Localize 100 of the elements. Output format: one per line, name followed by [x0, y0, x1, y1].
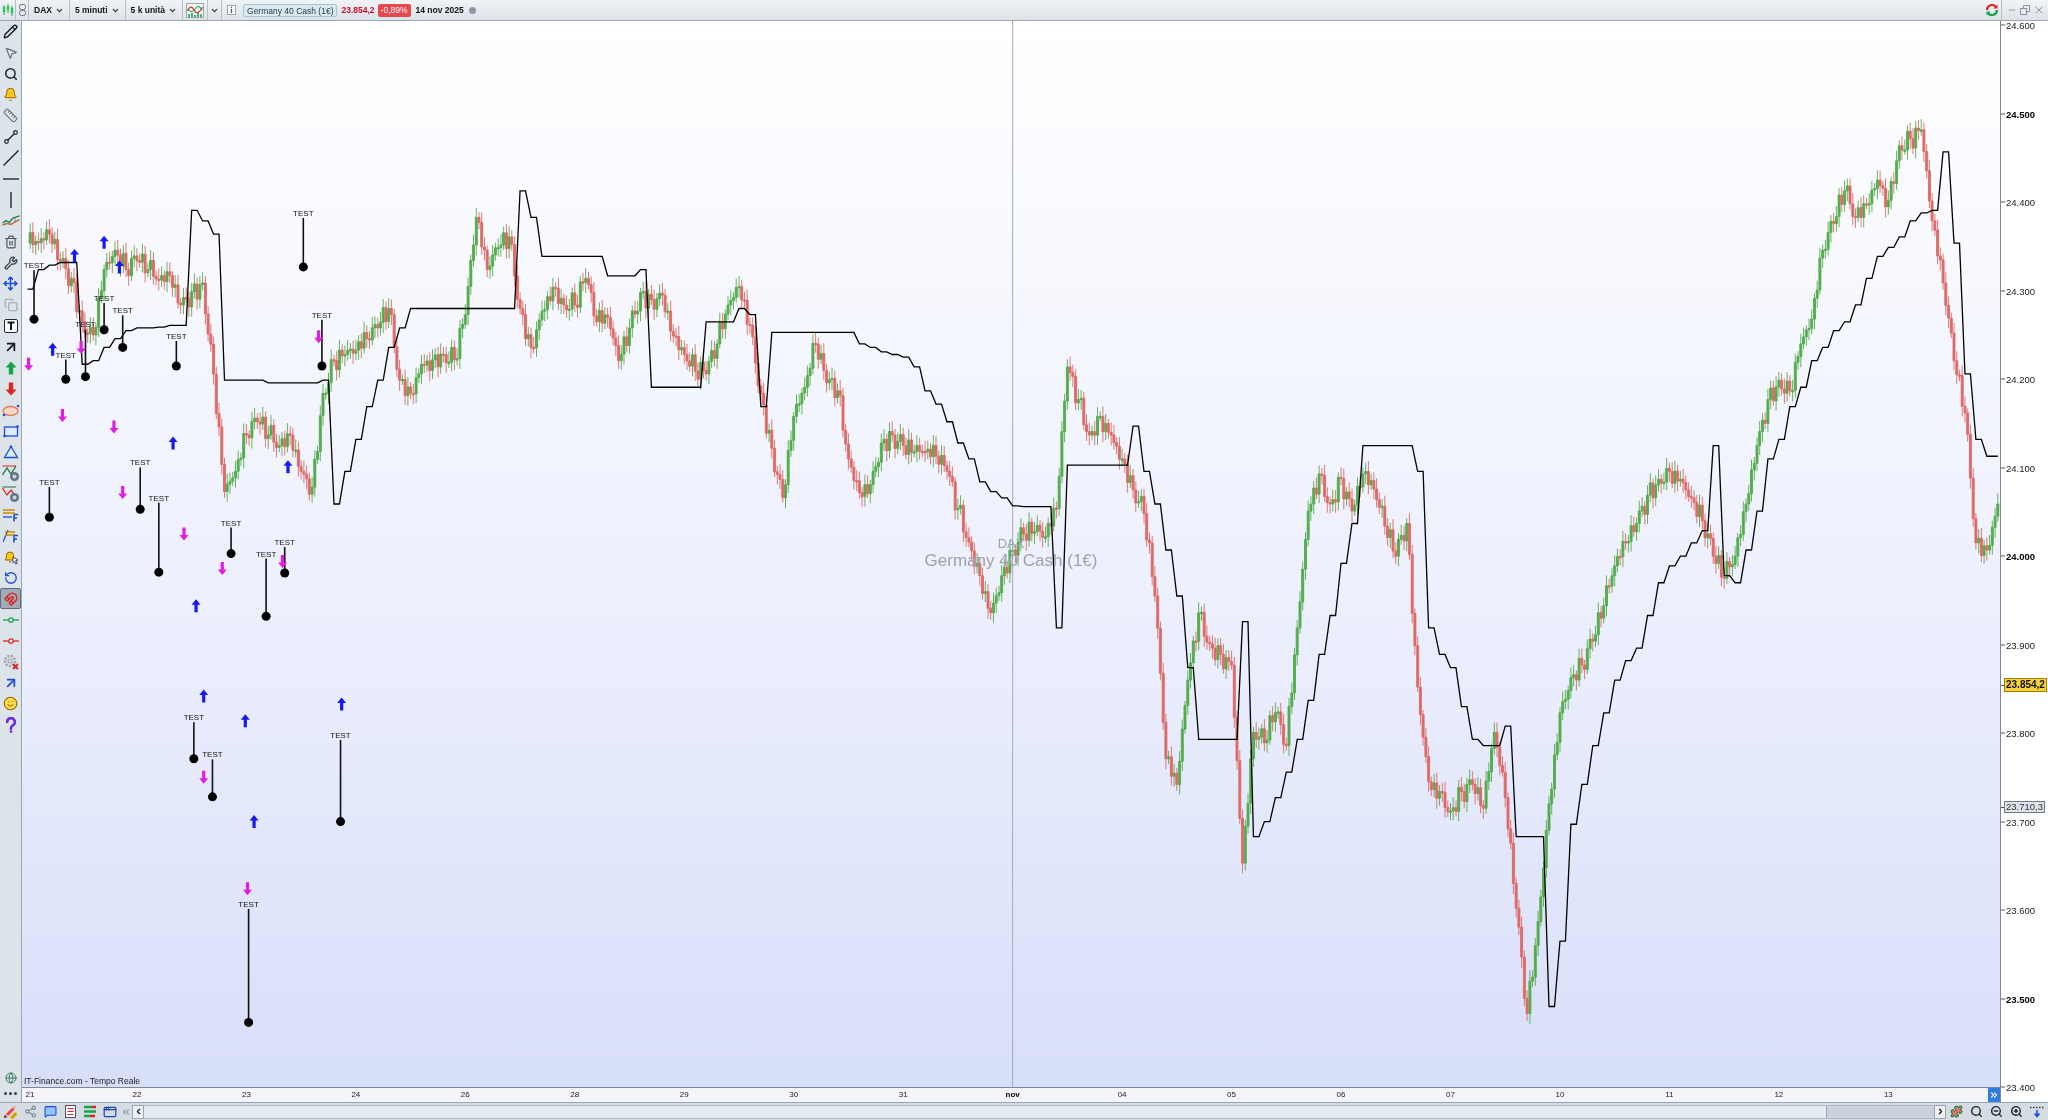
down-arrow-icon [24, 357, 34, 371]
ruler-icon [3, 108, 18, 123]
up-arrow-icon [168, 436, 178, 450]
pin-marker [61, 358, 71, 384]
up-arrow-icon [199, 689, 209, 703]
symbol-dropdown[interactable]: DAX [29, 0, 70, 20]
date-label: 07 [1446, 1090, 1455, 1100]
price-label: 24.200 [2006, 373, 2036, 385]
price-label: 23.900 [2006, 639, 2036, 651]
smiley-icon [3, 696, 18, 711]
chart-type-button[interactable] [183, 0, 209, 20]
scroll-right-button[interactable] [1934, 1104, 1946, 1119]
up-arrow-icon [283, 460, 293, 474]
pin-label: TEST [130, 458, 151, 468]
candlestick-icon [1, 4, 14, 16]
pin-label: TEST [166, 331, 187, 341]
down-arrow-icon [278, 555, 287, 568]
double-chevron-left-icon [121, 1106, 131, 1117]
pencil-icon [3, 24, 18, 39]
date-label: 21 [25, 1090, 35, 1100]
pin-label: TEST [23, 261, 45, 271]
up-arrow-icon [249, 815, 259, 829]
down-arrow-icon [217, 562, 227, 576]
zoom-in-icon [2009, 1105, 2023, 1118]
date-label: 22 [132, 1090, 142, 1100]
zoom-out-icon [1989, 1105, 2003, 1118]
up-arrow-icon [191, 599, 201, 613]
restore-icon [2019, 5, 2030, 15]
line-dot-icon [2, 637, 19, 644]
down-arrow-icon [118, 486, 128, 499]
price-label: 24.300 [2006, 285, 2036, 297]
price-tag: 23.710,3 [2004, 801, 2045, 814]
date-label: 11 [1665, 1090, 1674, 1100]
bars-icon [83, 1105, 97, 1118]
timeframe-dropdown[interactable]: 5 minuti [69, 0, 126, 20]
units-dropdown[interactable]: 5 k unità [125, 0, 184, 20]
up-arrow-icon [114, 260, 124, 274]
up-arrow-icon [70, 248, 80, 262]
down-arrow-icon [58, 409, 67, 423]
pin-label: TEST [330, 730, 351, 740]
down-arrow-icon [4, 381, 17, 396]
price-change: -0,89% [377, 3, 411, 17]
date-label: 23 [241, 1090, 251, 1100]
down-arrow-icon [199, 770, 209, 784]
horizontal-line-icon [2, 177, 19, 180]
pin-label: TEST [220, 518, 242, 528]
up-arrow-icon [99, 235, 109, 249]
date-label: 28 [570, 1090, 580, 1100]
price-label: 24.100 [2006, 462, 2036, 474]
bell-icon [3, 87, 18, 102]
pin-marker [118, 314, 128, 352]
pin-marker [44, 486, 54, 522]
pin-label: TEST [183, 713, 205, 723]
rectangle-icon [2, 423, 19, 438]
lines-icon [2, 507, 19, 522]
share-icon [23, 1105, 37, 1118]
pin-label: TEST [255, 549, 277, 559]
price-tag: 23.854,2 [2004, 678, 2047, 693]
search-icon [3, 66, 18, 81]
price-label: 24.600 [2006, 19, 2036, 31]
date-label: 12 [1774, 1090, 1784, 1100]
pin-label: TEST [238, 899, 259, 909]
pin-marker [261, 557, 271, 621]
down-arrow-icon [243, 882, 252, 896]
pin-marker [317, 318, 327, 371]
globe-icon [4, 1071, 17, 1084]
pin-label: TEST [274, 538, 295, 548]
copy-icon [3, 297, 18, 312]
vertical-line-icon [9, 191, 12, 208]
pencil-ruler-icon [3, 1104, 17, 1119]
chain-icon [18, 4, 26, 16]
pin-marker [226, 526, 236, 559]
down-arrow-icon [179, 527, 189, 541]
date-label: 26 [460, 1090, 470, 1100]
date-label: nov [1005, 1090, 1020, 1100]
date-label: 31 [898, 1090, 908, 1100]
window-icon [103, 1104, 117, 1119]
instrument-label: Germany 40 Cash (1€) [243, 3, 338, 17]
trash-icon [3, 234, 18, 249]
trend-icon [1, 485, 20, 502]
scroll-left-button[interactable] [132, 1104, 144, 1119]
diagonal-line-icon [2, 149, 19, 166]
date-label: 29 [679, 1090, 689, 1100]
pin-marker [171, 340, 181, 371]
date-label: 30 [789, 1090, 799, 1100]
wrench-icon [3, 255, 18, 270]
lines-icon [2, 528, 19, 543]
price-label: 24.400 [2006, 196, 2036, 208]
price-label: 23.700 [2006, 816, 2036, 828]
price-label: 24.500 [2006, 108, 2036, 120]
price-label: 23.600 [2006, 904, 2036, 916]
pin-label: TEST [311, 310, 333, 320]
pin-marker [29, 269, 39, 324]
ellipse-icon [1, 402, 20, 417]
down-arrow-icon [109, 420, 119, 434]
date-label: 04 [1117, 1090, 1127, 1100]
magnet-icon [3, 591, 18, 606]
date-label: 10 [1555, 1090, 1565, 1100]
pin-marker [99, 302, 109, 335]
price-label: 24.000 [2006, 550, 2036, 562]
